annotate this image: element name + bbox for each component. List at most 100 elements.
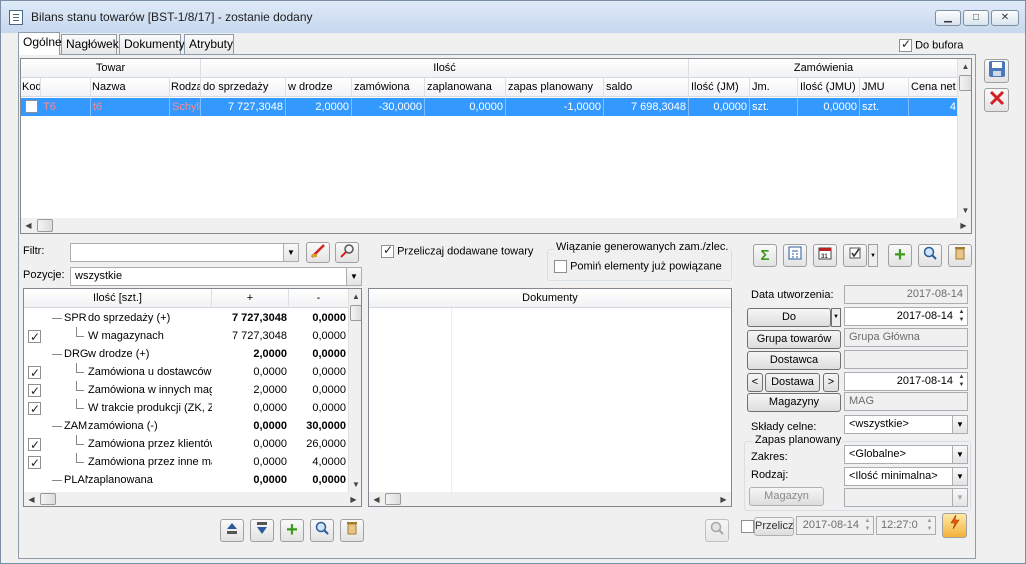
tree-row-checkbox[interactable] [28,382,41,400]
col-w-drodze[interactable]: w drodze [286,78,352,97]
col-do-sprzedazy[interactable]: do sprzedaży [201,78,286,97]
tree-row[interactable]: W magazynach 7 727,3048 0,0000 [24,327,348,346]
filter-dropdown-arrow-icon[interactable]: ▼ [283,244,298,261]
tree-add-button[interactable]: + [280,519,304,542]
grid-horizontal-scrollbar[interactable]: ◀ ▶ [21,218,971,233]
scroll-down-arrow-icon[interactable]: ▼ [958,203,971,218]
col-zapas-planowany[interactable]: zapas planowany [506,78,604,97]
docs-scroll-left-icon[interactable]: ◀ [369,492,384,506]
cancel-button[interactable] [984,88,1009,112]
cell-ilosc-jmu[interactable]: 0,0000 [798,98,860,116]
tree-row[interactable]: DRG w drodze (+) 2,0000 0,0000 [24,345,348,363]
check-list-dropdown-icon[interactable]: ▼ [868,244,878,267]
quantity-tree[interactable]: Ilość [szt.] + - SPR do sprzedaży (+) 7 72… [23,288,362,507]
add-button[interactable]: + [888,244,912,267]
do-date-spinner-icon[interactable]: ▲ ▼ [956,308,967,325]
save-button[interactable] [984,59,1009,83]
tab-atrybuty[interactable]: Atrybuty [184,34,234,54]
tree-scroll-left-icon[interactable]: ◀ [24,492,39,506]
col-ilosc-jmu[interactable]: Ilość (JMU) [798,78,860,97]
dostawa-prev-button[interactable]: < [747,373,763,392]
magazyny-button[interactable]: Magazyny [747,393,841,412]
scroll-up-arrow-icon[interactable]: ▲ [958,59,971,74]
hscroll-thumb[interactable] [37,219,53,232]
tree-horizontal-scrollbar[interactable]: ◀ ▶ [24,492,361,506]
tree-vertical-scrollbar[interactable]: ▲ ▼ [348,289,361,492]
tree-search-button[interactable] [310,519,334,542]
sum-button[interactable]: Σ [753,244,777,267]
items-grid[interactable]: Towar Ilość Zamówienia Kod Nazwa Rodza d… [20,58,972,234]
documents-panel[interactable]: Dokumenty ◀ ▶ [368,288,732,507]
tab-naglowek[interactable]: Nagłówek [61,34,119,54]
tree-scroll-down-icon[interactable]: ▼ [349,477,361,492]
pozycje-select[interactable]: wszystkie [70,267,362,286]
docs-search-button[interactable] [705,519,729,542]
przelicz-date-spinner-icon[interactable]: ▲ ▼ [862,517,873,534]
cell-w-drodze[interactable]: 2,0000 [286,98,352,116]
tree-row[interactable]: Zamówiona przez inne mag 0,0000 4,0000 [24,453,348,472]
tree-row[interactable]: Zamówiona u dostawców (0,0000 0,0000 [24,363,348,382]
tree-hscroll-thumb[interactable] [40,493,56,505]
check-list-button[interactable] [843,244,867,267]
dostawa-button[interactable]: Dostawa [765,373,820,392]
move-down-button[interactable] [250,519,274,542]
col-ilosc-jm[interactable]: Ilość (JM) [689,78,750,97]
col-zaplanowana[interactable]: zaplanowana [425,78,506,97]
tab-ogolne[interactable]: Ogólne [18,32,62,55]
tree-row-checkbox[interactable] [28,364,41,382]
col-rodzaj[interactable]: Rodza [170,78,201,97]
clear-filter-button[interactable] [306,242,330,263]
przeliczaj-check[interactable] [381,243,394,258]
tree-row-checkbox[interactable] [28,400,41,418]
pomin-check[interactable] [554,260,567,273]
cell-jmu[interactable]: szt. [860,98,909,116]
delete-button[interactable] [948,244,972,267]
row-check[interactable] [25,100,38,113]
cell-saldo[interactable]: 7 698,3048 [604,98,689,116]
refresh-calc-button[interactable] [942,513,967,538]
przeliczaj-checkbox[interactable]: Przeliczaj dodawane towary [381,243,533,258]
tree-row[interactable]: PLANzaplanowana 0,0000 0,0000 [24,471,348,489]
maximize-button[interactable]: □ [963,10,989,26]
cell-nazwa[interactable]: t6 [91,98,170,116]
col-kod[interactable]: Kod [21,78,41,97]
row-select-checkbox[interactable] [25,100,38,113]
col-cena-net[interactable]: Cena net [909,78,959,97]
przelicz-check[interactable] [741,520,754,533]
filter-builder-button[interactable] [335,242,359,263]
cell-ilosc-jm[interactable]: 0,0000 [689,98,750,116]
col-jm[interactable]: Jm. [750,78,798,97]
move-up-button[interactable] [220,519,244,542]
cell-jm[interactable]: szt. [750,98,798,116]
zakres-select[interactable]: <Globalne> [844,445,968,464]
cell-cena-net[interactable]: 4 [909,98,959,116]
col-jmu[interactable]: JMU [860,78,909,97]
magazyn-select[interactable] [844,488,968,507]
dostawa-date-spinner-icon[interactable]: ▲ ▼ [956,373,967,390]
docs-hscroll-thumb[interactable] [385,493,401,505]
tree-row[interactable]: SPR do sprzedaży (+) 7 727,3048 0,0000 [24,309,348,327]
calculator-button[interactable] [783,244,807,267]
grupa-towarow-button[interactable]: Grupa towarów [747,330,841,349]
scroll-thumb[interactable] [959,75,971,91]
tree-row[interactable]: W trakcie produkcji (ZK, ZL 0,0000 0,0000 [24,399,348,418]
rodzaj-select[interactable]: <Ilość minimalna> [844,467,968,486]
tree-row-checkbox[interactable] [28,328,41,346]
magazyn-button[interactable]: Magazyn [749,487,824,506]
pozycje-dropdown-arrow-icon[interactable]: ▼ [346,268,361,285]
do-button[interactable]: Do [747,308,831,327]
search-button[interactable] [918,244,942,267]
calendar-button[interactable]: 31 [813,244,837,267]
dostawa-date-field[interactable]: 2017-08-14 [844,372,968,391]
do-dropdown-icon[interactable]: ▼ [831,308,841,327]
sklady-celne-select[interactable]: <wszystkie> [844,415,968,434]
zakres-dropdown-arrow-icon[interactable]: ▼ [952,446,967,463]
close-button[interactable]: ✕ [991,10,1019,26]
col-zamowiona[interactable]: zamówiona [352,78,425,97]
col-nazwa[interactable]: Nazwa [91,78,170,97]
dostawca-button[interactable]: Dostawca [747,351,841,370]
cell-zamowiona[interactable]: -30,0000 [352,98,425,116]
cell-zaplanowana[interactable]: 0,0000 [425,98,506,116]
tree-row[interactable]: Zamówiona w innych maga 2,0000 0,0000 [24,381,348,400]
pomin-checkbox[interactable]: Pomiń elementy już powiązane [554,260,722,273]
